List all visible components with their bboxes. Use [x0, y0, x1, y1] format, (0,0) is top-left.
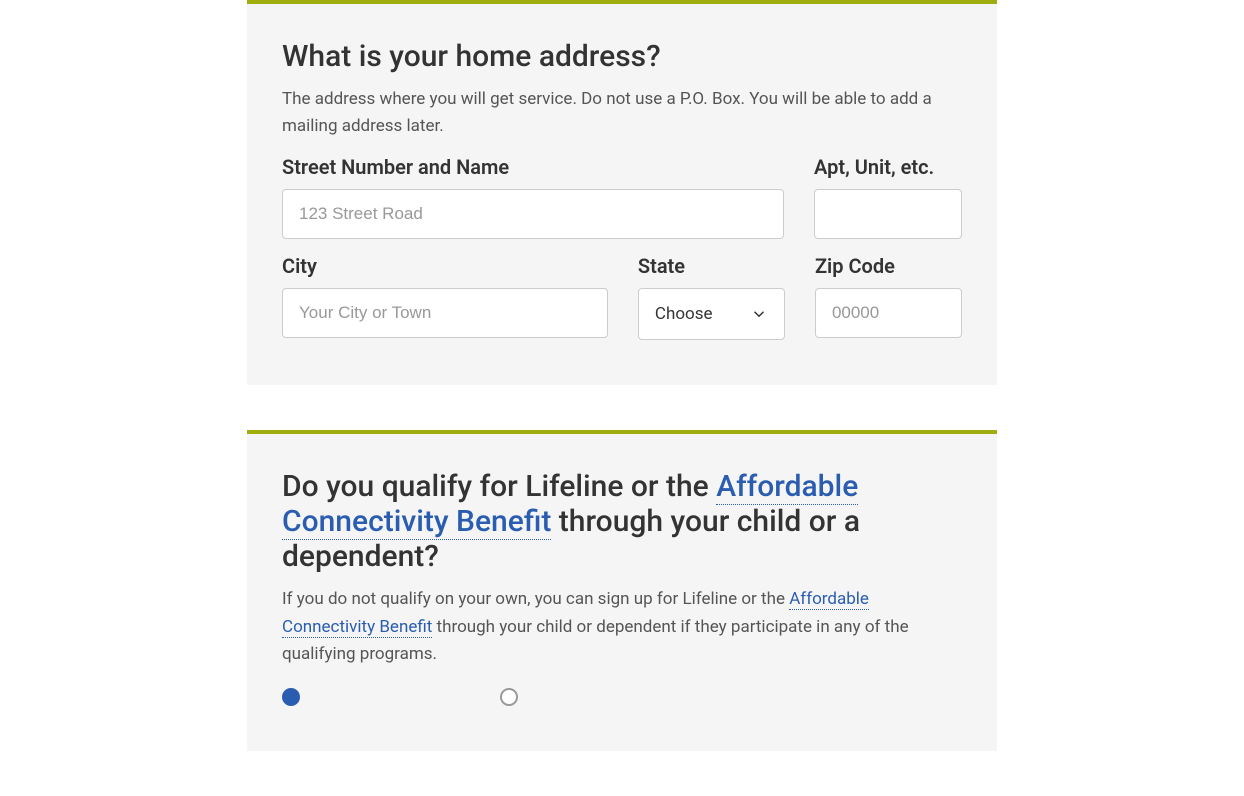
street-group: Street Number and Name — [282, 155, 784, 239]
street-label: Street Number and Name — [282, 155, 784, 179]
qualify-section: Do you qualify for Lifeline or the Affor… — [247, 430, 997, 751]
address-row-1: Street Number and Name Apt, Unit, etc. — [282, 155, 962, 239]
city-input[interactable] — [282, 288, 608, 338]
radio-option-2[interactable] — [500, 688, 518, 706]
zip-label: Zip Code — [815, 254, 962, 278]
address-section: What is your home address? The address w… — [247, 0, 997, 385]
apt-label: Apt, Unit, etc. — [814, 155, 962, 179]
city-group: City — [282, 254, 608, 340]
state-selected-text: Choose — [655, 304, 750, 324]
qualify-title-part1: Do you qualify for Lifeline or the — [282, 469, 716, 504]
state-label: State — [638, 254, 785, 278]
zip-input[interactable] — [815, 288, 962, 338]
qualify-title: Do you qualify for Lifeline or the Affor… — [282, 469, 962, 574]
qualify-radio-row — [282, 688, 962, 706]
city-label: City — [282, 254, 608, 278]
address-row-2: City State Choose Zip Code — [282, 254, 962, 340]
qualify-subtitle-part1: If you do not qualify on your own, you c… — [282, 589, 789, 609]
apt-group: Apt, Unit, etc. — [814, 155, 962, 239]
address-subtitle: The address where you will get service. … — [282, 86, 962, 140]
chevron-down-icon — [750, 305, 768, 323]
state-group: State Choose — [638, 254, 785, 340]
state-select[interactable]: Choose — [638, 288, 785, 340]
zip-group: Zip Code — [815, 254, 962, 340]
apt-input[interactable] — [814, 189, 962, 239]
street-input[interactable] — [282, 189, 784, 239]
radio-option-1[interactable] — [282, 688, 300, 706]
address-title: What is your home address? — [282, 39, 962, 74]
qualify-subtitle: If you do not qualify on your own, you c… — [282, 586, 962, 668]
